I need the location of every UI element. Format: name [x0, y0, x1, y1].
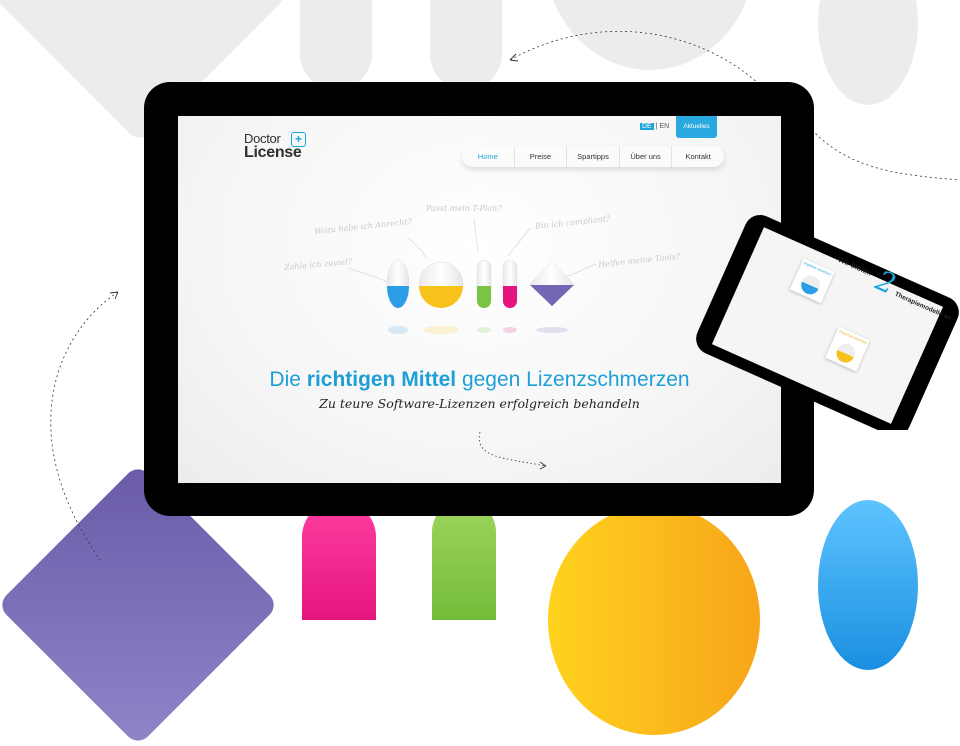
purple-diamond-pill: [529, 261, 575, 307]
phone-text-post: Therapiemodelle an: [893, 290, 953, 323]
website-screen: Doctor License + DE | EN Aktuelles Home …: [178, 116, 781, 483]
phone-card-blue[interactable]: Ergebnis erreichen: [789, 258, 835, 304]
yellow-round-pill: [418, 261, 464, 308]
headline: Die richtigen Mittel gegen Lizenzschmerz…: [178, 368, 781, 392]
headline-post: gegen Lizenzschmerzen: [456, 368, 690, 391]
blue-egg-pill: [386, 259, 410, 309]
green-capsule-pill: [476, 259, 492, 309]
pills-illustration: [386, 259, 575, 334]
headline-pre: Die: [269, 368, 307, 391]
headline-bold: richtigen Mittel: [306, 368, 457, 391]
pink-capsule-pill: [502, 259, 518, 309]
phone-device: Wir bieten 2 Therapiemodelle an Ergebnis…: [693, 205, 960, 437]
subheadline: Zu teure Software-Lizenzen erfolgreich b…: [319, 396, 640, 411]
scroll-down-arrow[interactable]: [474, 428, 554, 478]
phone-card-yellow[interactable]: Pauschal erreichen: [825, 326, 871, 372]
